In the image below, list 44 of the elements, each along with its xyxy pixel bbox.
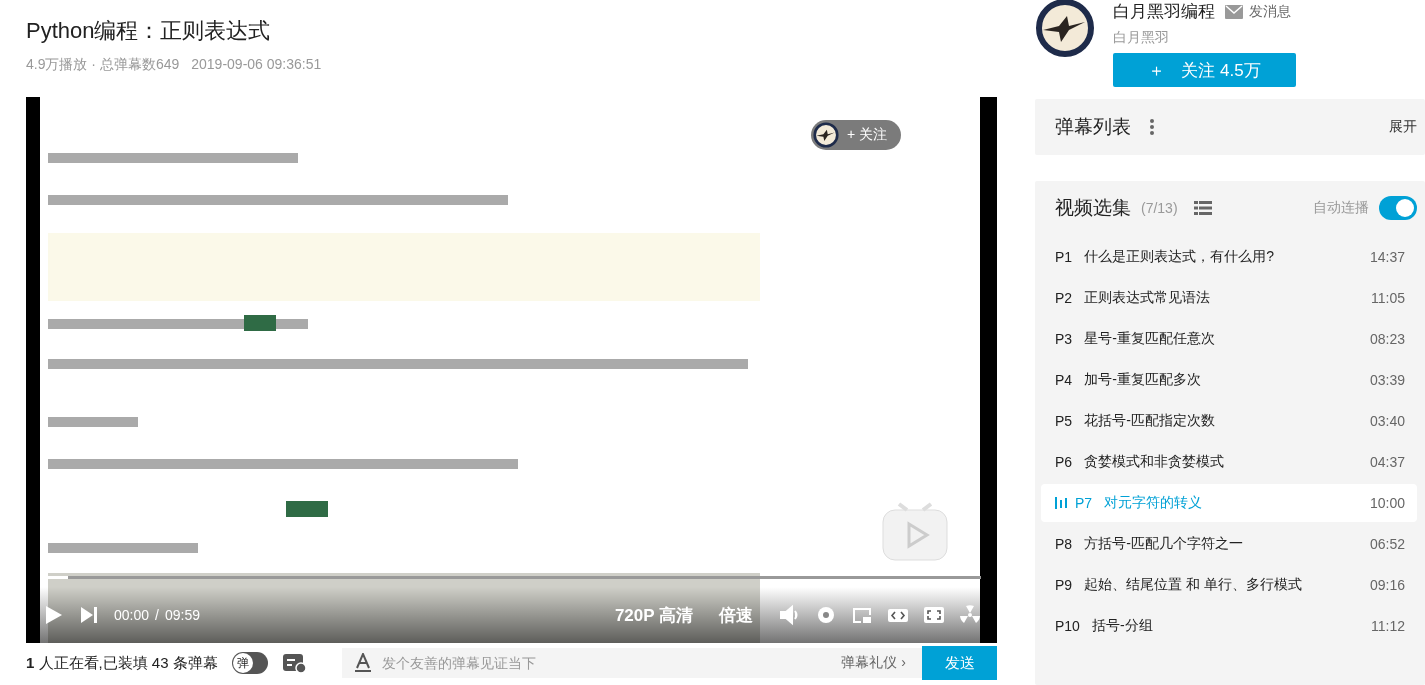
episode-item[interactable]: P2 正则表达式常见语法 11:05 xyxy=(1041,279,1417,317)
viewer-count: 1 人正在看,已装填 43 条弹幕 xyxy=(26,653,218,673)
episode-count: (7/13) xyxy=(1141,200,1178,216)
episode-item[interactable]: P5 花括号-匹配指定次数 03:40 xyxy=(1041,402,1417,440)
uploader-name[interactable]: 白月黑羽编程 xyxy=(1113,0,1215,23)
current-time: 00:00 xyxy=(114,607,150,623)
episode-item[interactable]: P3 星号-重复匹配任意次 08:23 xyxy=(1041,320,1417,358)
autoplay-switch[interactable] xyxy=(1379,196,1417,220)
episode-item[interactable]: P4 加号-重复匹配多次 03:39 xyxy=(1041,361,1417,399)
radiation-icon[interactable] xyxy=(959,604,981,626)
more-icon[interactable] xyxy=(1149,118,1155,136)
playlist-title: 视频选集 xyxy=(1055,196,1131,220)
total-time: 09:59 xyxy=(164,607,200,623)
episode-item[interactable]: P1 什么是正则表达式，有什么用? 14:37 xyxy=(1041,238,1417,276)
episode-item[interactable]: P7 对元字符的转义 10:00 xyxy=(1041,484,1417,522)
autoplay-label: 自动连播 xyxy=(1313,199,1369,217)
follow-button[interactable]: + 关注 xyxy=(811,120,902,150)
publish-date: 2019-09-06 09:36:51 xyxy=(191,56,322,74)
fullscreen-icon[interactable] xyxy=(923,604,945,626)
message-link[interactable]: 发消息 xyxy=(1225,2,1291,21)
list-icon[interactable] xyxy=(1193,201,1212,215)
settings-icon[interactable] xyxy=(815,604,837,626)
avatar xyxy=(813,122,839,148)
mail-icon xyxy=(1225,4,1243,19)
expand-link[interactable]: 展开 xyxy=(1389,118,1417,136)
episode-item[interactable]: P8 方括号-匹配几个字符之一 06:52 xyxy=(1041,525,1417,563)
uploader-subtitle: 白月黑羽 xyxy=(1113,29,1170,47)
playing-icon xyxy=(1055,496,1067,510)
next-icon[interactable] xyxy=(78,604,100,626)
danmaku-input[interactable]: 发个友善的弹幕见证当下 弹幕礼仪 › 发送 xyxy=(341,648,997,678)
danmaku-list-title: 弹幕列表 xyxy=(1055,115,1131,139)
danmaku-etiquette-link[interactable]: 弹幕礼仪 › xyxy=(841,654,906,672)
avatar[interactable] xyxy=(1035,0,1095,58)
episode-item[interactable]: P9 起始、结尾位置 和 单行、多行模式 09:16 xyxy=(1041,566,1417,604)
progress-bar[interactable] xyxy=(40,576,981,579)
danmaku-settings-icon[interactable] xyxy=(281,652,308,674)
tv-logo-icon xyxy=(881,502,949,562)
episode-item[interactable]: P6 贪婪模式和非贪婪模式 04:37 xyxy=(1041,443,1417,481)
text-style-icon[interactable] xyxy=(353,653,372,673)
episode-item[interactable]: P10 括号-分组 11:12 xyxy=(1041,607,1417,645)
danmaku-toggle[interactable]: 弹 xyxy=(231,652,268,674)
time-separator: / xyxy=(155,607,159,623)
video-title: Python编程：正则表达式 xyxy=(26,17,272,44)
play-stats: 4.9万播放 · 总弹幕数649 xyxy=(26,56,180,74)
